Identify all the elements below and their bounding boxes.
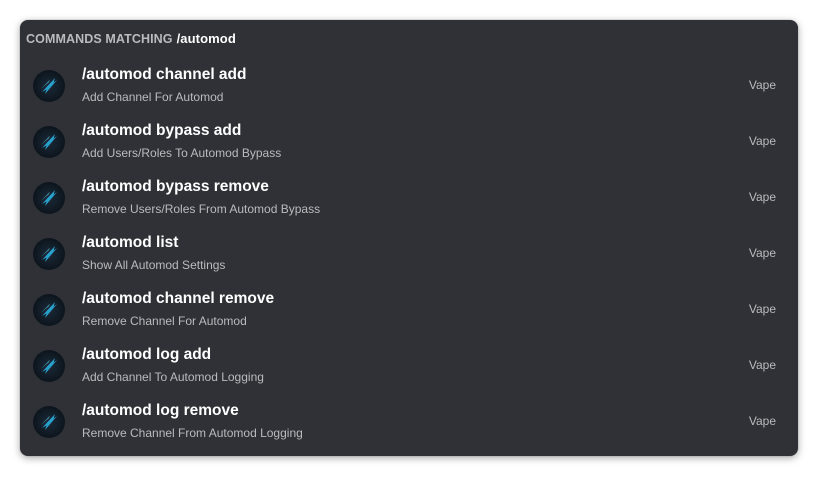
command-name: /automod log remove: [82, 402, 239, 419]
command-description: Add Channel To Automod Logging: [82, 370, 264, 384]
command-list: /automod channel add Add Channel For Aut…: [20, 58, 798, 450]
command-autocomplete-popup: COMMANDS MATCHING/automod /automod chann…: [20, 20, 798, 456]
command-source: Vape: [748, 246, 776, 260]
header-prefix: COMMANDS MATCHING: [26, 32, 173, 46]
command-description: Add Users/Roles To Automod Bypass: [82, 146, 282, 160]
command-name: /automod list: [82, 234, 179, 251]
vape-bot-avatar-icon: [33, 406, 65, 438]
command-description: Show All Automod Settings: [82, 258, 226, 272]
command-row[interactable]: /automod log remove Remove Channel From …: [20, 394, 798, 450]
vape-bot-avatar-icon: [33, 350, 65, 382]
command-name: /automod bypass remove: [82, 178, 269, 195]
command-description: Remove Channel From Automod Logging: [82, 426, 303, 440]
command-source: Vape: [748, 190, 776, 204]
command-name: /automod channel remove: [82, 290, 275, 307]
command-description: Remove Channel For Automod: [82, 314, 247, 328]
command-description: Remove Users/Roles From Automod Bypass: [82, 202, 321, 216]
vape-bot-avatar-icon: [33, 294, 65, 326]
command-row[interactable]: /automod channel remove Remove Channel F…: [20, 282, 798, 338]
command-name: /automod bypass add: [82, 122, 242, 139]
command-row[interactable]: /automod list Show All Automod Settings …: [20, 226, 798, 282]
vape-bot-avatar-icon: [33, 238, 65, 270]
command-description: Add Channel For Automod: [82, 90, 224, 104]
autocomplete-header: COMMANDS MATCHING/automod: [20, 20, 798, 58]
command-source: Vape: [748, 78, 776, 92]
command-row[interactable]: /automod channel add Add Channel For Aut…: [20, 58, 798, 114]
vape-bot-avatar-icon: [33, 126, 65, 158]
command-row[interactable]: /automod bypass remove Remove Users/Role…: [20, 170, 798, 226]
command-name: /automod log add: [82, 346, 212, 363]
command-source: Vape: [748, 414, 776, 428]
command-name: /automod channel add: [82, 66, 247, 83]
vape-bot-avatar-icon: [33, 182, 65, 214]
vape-bot-avatar-icon: [33, 70, 65, 102]
command-source: Vape: [748, 302, 776, 316]
header-query: /automod: [176, 31, 236, 46]
command-source: Vape: [748, 134, 776, 148]
command-row[interactable]: /automod log add Add Channel To Automod …: [20, 338, 798, 394]
command-row[interactable]: /automod bypass add Add Users/Roles To A…: [20, 114, 798, 170]
command-source: Vape: [748, 358, 776, 372]
